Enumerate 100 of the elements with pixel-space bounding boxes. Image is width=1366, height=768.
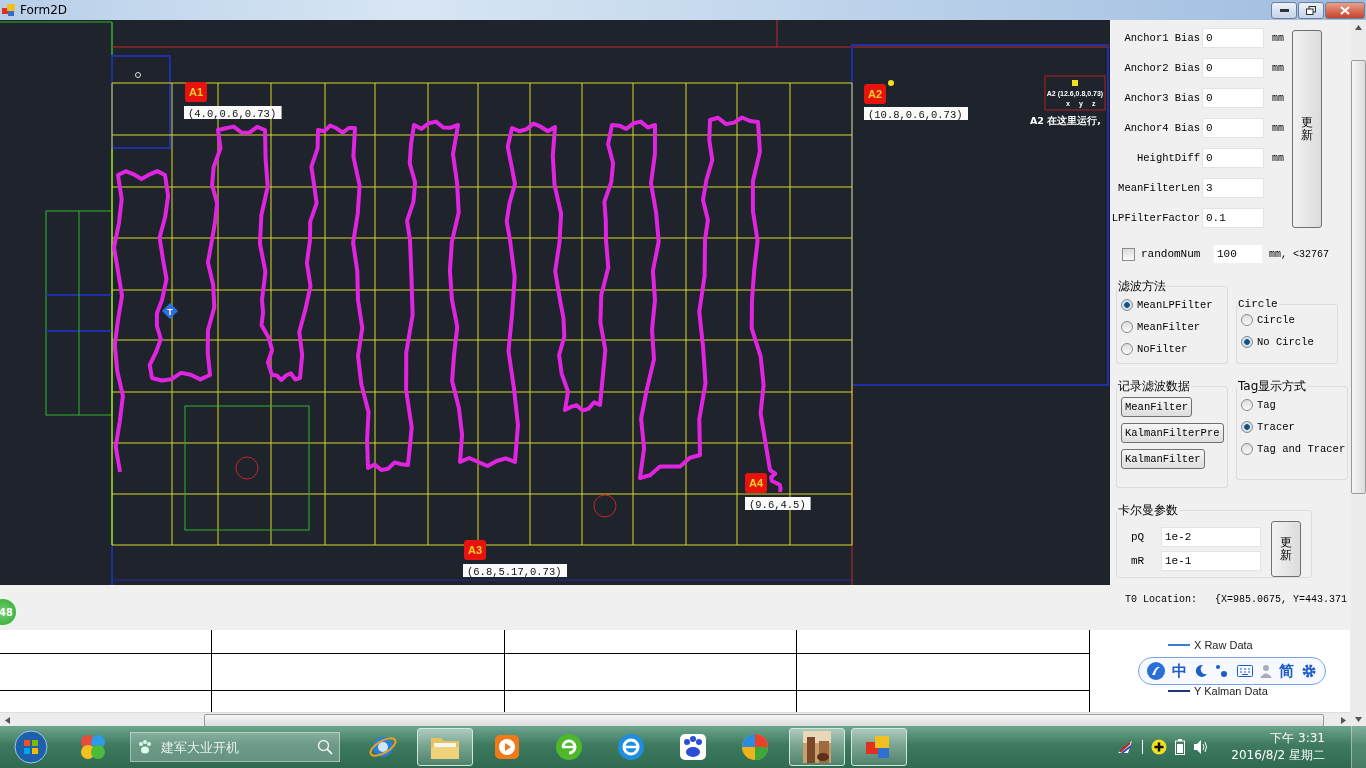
clock-date: 2016/8/2 星期二 [1231,747,1325,764]
radio-button[interactable] [1241,399,1253,411]
radio-button[interactable] [1241,314,1253,326]
radio-option[interactable]: Tracer [1241,419,1343,435]
field-label: Anchor3 Bias [1123,92,1201,104]
field-label: Anchor4 Bias [1123,122,1201,134]
radio-option[interactable]: MeanFilter [1121,319,1223,335]
unit-label: mm [1272,92,1284,104]
start-orb-icon [14,730,48,764]
radio-button[interactable] [1121,321,1133,333]
window-title: Form2D [20,3,69,17]
moon-icon[interactable] [1194,664,1209,678]
search-field[interactable]: 建军大业开机 [159,738,311,756]
flag-icon[interactable] [1116,739,1135,755]
scroll-left-icon[interactable] [4,716,10,724]
coordinate-label: (4.0,0.6,0.73) [184,106,282,120]
group-title: 滤波方法 [1117,278,1167,295]
input-field[interactable]: 100 [1213,244,1263,264]
input-field[interactable]: 0 [1202,118,1264,138]
circle-marker [235,456,259,480]
anchor-badge: A2 [864,84,886,104]
speaker-icon[interactable] [1193,739,1210,755]
input-field[interactable]: 1e-1 [1161,551,1261,571]
keyboard-icon[interactable] [1236,665,1253,677]
radio-button[interactable] [1121,299,1133,311]
dots-icon[interactable] [1215,664,1230,678]
option-label: MeanFilter [1137,321,1200,333]
record-button[interactable]: MeanFilter [1121,397,1192,417]
radio-button[interactable] [1241,443,1253,455]
option-label: Circle [1257,314,1295,326]
location-label: T0 Location: [1125,594,1197,605]
radio-option[interactable]: Tag and Tracer [1241,441,1343,457]
vertical-scrollbar[interactable] [1350,20,1366,726]
anchor-dot [888,80,894,86]
search-icon[interactable] [317,739,333,755]
input-field[interactable]: 0.1 [1202,208,1264,228]
scroll-down-icon[interactable] [1354,716,1362,722]
update-button[interactable]: 更新 [1271,521,1301,577]
pinwheel-icon [78,732,108,762]
scrollbar-thumb[interactable] [1350,60,1366,494]
clock-time: 下午 3:31 [1270,730,1325,747]
input-field[interactable]: 0 [1202,88,1264,108]
search-bar[interactable]: 建军大业开机 [130,732,340,762]
radio-button[interactable] [1121,343,1133,355]
scrollbar-thumb[interactable] [204,713,1324,727]
input-field[interactable]: 0 [1202,28,1264,48]
unit-label: mm [1272,62,1284,74]
radio-option[interactable]: No Circle [1241,334,1333,350]
legend-line [1168,690,1190,692]
script-toggle[interactable]: 简 [1279,661,1295,681]
plus-circle-icon[interactable] [1151,739,1168,755]
anchor-badge: A3 [464,540,486,560]
radio-option[interactable]: NoFilter [1121,341,1223,357]
taskbar-button[interactable] [417,728,473,766]
legend-label: X Raw Data [1194,639,1253,651]
checkbox[interactable] [1122,247,1135,261]
unit-label: mm [1272,32,1284,44]
radio-button[interactable] [1241,336,1253,348]
coordinate-label: (9.6,4.5) [745,497,811,511]
anchor-caption: A2 在这里运行, [1030,115,1101,126]
radio-option[interactable]: MeanLPFilter [1121,297,1223,313]
minimize-icon [1279,8,1289,12]
radio-button[interactable] [1241,421,1253,433]
paw-icon [679,733,707,761]
settings-icon[interactable] [1301,663,1318,679]
maximize-button[interactable] [1298,1,1324,19]
tag-marker: T [162,303,178,319]
option-label: NoFilter [1137,343,1188,355]
checkbox-label: randomNum [1141,248,1202,260]
input-field[interactable]: 0 [1202,148,1264,168]
coordinate-label: (6.8,5.17,0.73) [463,564,567,578]
language-toggle[interactable]: 中 [1171,661,1187,681]
field-label: pQ [1131,531,1146,543]
play-icon [493,733,521,761]
clock[interactable]: 下午 3:31 2016/8/2 星期二 [1231,730,1325,764]
record-button[interactable]: KalmanFilter [1121,449,1205,469]
close-button[interactable] [1325,1,1365,19]
paw-icon [137,739,153,755]
anchor-note-frame [1044,75,1106,111]
taskbar-button[interactable] [789,728,845,766]
input-field[interactable]: 1e-2 [1161,527,1261,547]
radio-option[interactable]: Tag [1241,397,1343,413]
browser-icon [617,733,645,761]
input-field[interactable]: 0 [1202,58,1264,78]
ime-toolbar[interactable]: 中 简 [1138,657,1326,685]
option-label: No Circle [1257,336,1314,348]
update-button[interactable]: 更新 [1292,30,1322,228]
option-label: Tag [1257,399,1276,411]
battery-icon[interactable] [1175,739,1186,755]
radio-option[interactable]: Circle [1241,312,1333,328]
scroll-right-icon[interactable] [1340,716,1346,724]
taskbar-button[interactable] [851,728,907,766]
minimize-button[interactable] [1271,1,1297,19]
close-icon [1340,5,1350,15]
scroll-up-icon[interactable] [1354,24,1362,30]
field-label: HeightDiff [1136,152,1201,164]
record-button[interactable]: KalmanFilterPre [1121,423,1224,443]
input-field[interactable]: 3 [1202,178,1264,198]
ime-logo-icon[interactable] [1146,662,1165,680]
app-icon [2,3,16,17]
